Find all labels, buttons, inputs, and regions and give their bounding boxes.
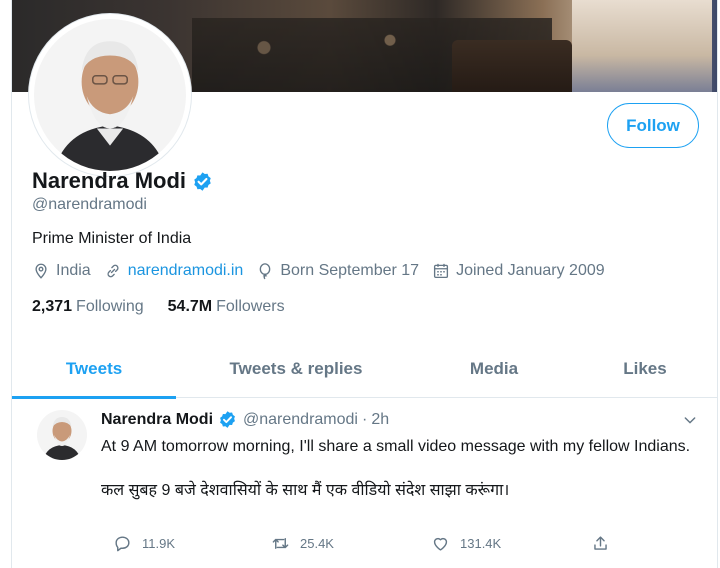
profile-bio: Prime Minister of India: [32, 230, 192, 247]
follow-button[interactable]: Follow: [607, 103, 699, 148]
retweet-count: 25.4K: [300, 536, 334, 551]
profile-website[interactable]: narendramodi.in: [104, 262, 244, 280]
profile-name: Narendra Modi: [32, 168, 187, 193]
banner-speaker: [572, 0, 712, 92]
retweet-icon: [272, 538, 289, 549]
tweet-author-name[interactable]: Narendra Modi: [101, 411, 213, 429]
followers-number: 54.7M: [167, 298, 213, 315]
balloon-icon: [260, 263, 271, 280]
website-link[interactable]: narendramodi.in: [128, 262, 244, 280]
like-count: 131.4K: [460, 536, 502, 551]
location-text: India: [56, 262, 91, 279]
profile-location: India: [32, 262, 91, 280]
tweet-timestamp[interactable]: 2h: [371, 411, 389, 429]
following-label: Following: [76, 298, 144, 315]
tweet-header: Narendra Modi @narendramodi · 2h: [101, 410, 389, 429]
reply-icon: [115, 536, 130, 552]
followers-label: Followers: [216, 298, 285, 315]
profile-handle: @narendramodi: [32, 196, 147, 213]
verified-badge-icon: [220, 411, 235, 428]
profile-birthday: Born September 17: [256, 262, 419, 280]
tab-likes[interactable]: Likes: [597, 340, 693, 398]
reply-count: 11.9K: [142, 536, 176, 551]
tab-tweets-replies[interactable]: Tweets & replies: [212, 340, 380, 398]
link-icon: [107, 264, 119, 278]
following-count[interactable]: 2,371 Following: [32, 298, 144, 316]
profile-avatar[interactable]: [29, 14, 191, 176]
share-icon: [594, 536, 607, 550]
reply-button[interactable]: 11.9K: [113, 534, 175, 553]
tweet-author-handle[interactable]: @narendramodi: [243, 411, 358, 429]
share-button[interactable]: [591, 534, 620, 553]
tweet-text-hindi: कल सुबह 9 बजे देशवासियों के साथ मैं एक व…: [101, 482, 510, 499]
tweet-separator: ·: [361, 410, 368, 428]
heart-icon: [433, 537, 448, 551]
profile-joined: Joined January 2009: [432, 262, 605, 280]
chevron-down-icon[interactable]: [682, 412, 698, 428]
retweet-button[interactable]: 25.4K: [271, 534, 334, 553]
tab-tweets[interactable]: Tweets: [12, 340, 176, 399]
tweet-text: At 9 AM tomorrow morning, I'll share a s…: [101, 436, 691, 502]
profile-tabs: Tweets Tweets & replies Media Likes: [12, 340, 717, 399]
avatar-portrait: [34, 19, 186, 171]
profile-page: Follow Narendra Modi @narendramodi Prime…: [11, 0, 718, 568]
calendar-icon: [434, 263, 449, 279]
profile-counts: 2,371 Following 54.7M Followers: [32, 298, 309, 316]
verified-badge-icon: [194, 171, 211, 191]
birthday-text: Born September 17: [280, 262, 420, 279]
joined-text: Joined January 2009: [456, 262, 605, 279]
tweet-avatar[interactable]: [37, 410, 87, 460]
location-pin-icon: [35, 263, 47, 279]
profile-name-row: Narendra Modi: [32, 168, 213, 194]
tweet-item[interactable]: Narendra Modi @narendramodi · 2h At 9 AM…: [12, 398, 717, 568]
profile-meta: India narendramodi.in Born September 17 …: [32, 262, 618, 280]
tweet-actions: 11.9K 25.4K 131.4K: [101, 534, 621, 558]
tweet-avatar-portrait: [37, 410, 87, 460]
like-button[interactable]: 131.4K: [431, 534, 501, 553]
following-number: 2,371: [32, 298, 73, 315]
followers-count[interactable]: 54.7M Followers: [168, 298, 285, 316]
tab-media[interactable]: Media: [444, 340, 544, 398]
banner-podium: [452, 40, 572, 92]
tweet-text-english: At 9 AM tomorrow morning, I'll share a s…: [101, 438, 691, 455]
